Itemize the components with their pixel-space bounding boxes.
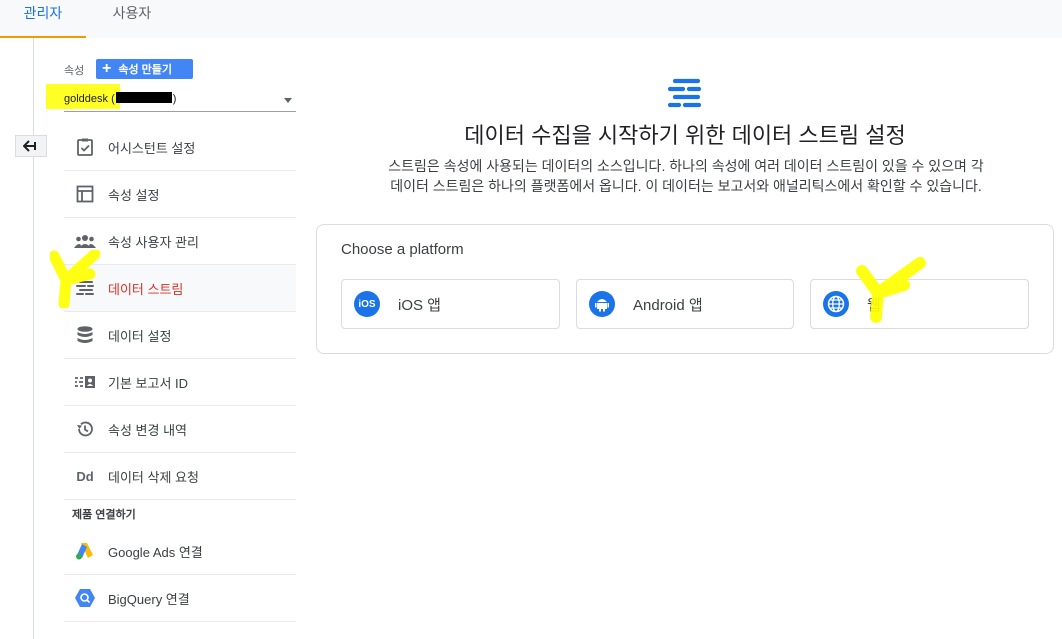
tab-user[interactable]: 사용자: [100, 0, 164, 38]
nav-item-label: Google Ads 연결: [108, 544, 203, 560]
nav-item-reporting-id[interactable]: 기본 보고서 ID: [64, 359, 296, 406]
history-icon: [74, 418, 96, 440]
clipboard-check-icon: [74, 136, 96, 158]
ios-icon: iOS: [354, 291, 380, 317]
nav-item-google-ads-link[interactable]: Google Ads 연결: [64, 528, 296, 575]
platform-card-title: Choose a platform: [341, 241, 464, 258]
chevron-down-icon: [284, 98, 292, 103]
nav-item-label: 속성 설정: [108, 187, 160, 203]
back-button[interactable]: [15, 135, 47, 157]
people-icon: [74, 230, 96, 252]
highlight-mark-data-streams: [50, 250, 101, 308]
create-property-label: 속성 만들기: [118, 64, 172, 76]
nav-item-assistant-settings[interactable]: 어시스턴트 설정: [64, 124, 296, 171]
dd-icon: Dd: [76, 468, 94, 484]
platform-ios-button[interactable]: iOS iOS 앱: [341, 279, 560, 329]
create-property-button[interactable]: + 속성 만들기: [96, 59, 193, 79]
page-description-line-1: 스트림은 속성에 사용되는 데이터의 소스입니다. 하나의 속성에 여러 데이터…: [388, 158, 984, 174]
nav-item-label: 데이터 설정: [108, 328, 172, 344]
platform-label: iOS 앱: [398, 296, 441, 314]
id-card-icon: [74, 371, 96, 393]
highlight-mark-web: [856, 257, 926, 323]
nav-item-label: 기본 보고서 ID: [108, 375, 189, 391]
globe-icon: [823, 291, 849, 317]
data-stream-hero-icon: [667, 78, 702, 108]
android-icon: [589, 291, 615, 317]
database-icon: [74, 324, 96, 346]
page-description-line-2: 데이터 스트림은 하나의 플랫폼에서 옵니다. 이 데이터는 보고서와 애널리틱…: [390, 178, 982, 194]
platform-card: Choose a platform iOS iOS 앱 Android 앱 웹: [316, 224, 1054, 354]
nav-item-data-deletion[interactable]: Dd 데이터 삭제 요청: [64, 453, 296, 500]
nav-item-label: 속성 변경 내역: [108, 422, 187, 438]
top-tab-bar: 관리자 사용자: [0, 0, 1062, 38]
arrow-back-icon: [23, 140, 36, 152]
nav-item-label: 데이터 스트림: [108, 281, 184, 297]
property-label: 속성: [64, 65, 85, 77]
nav-item-label: 데이터 삭제 요청: [108, 469, 199, 485]
bigquery-icon: [74, 587, 96, 609]
plus-icon: +: [102, 60, 112, 77]
nav-item-property-settings[interactable]: 속성 설정: [64, 171, 296, 218]
nav-item-data-settings[interactable]: 데이터 설정: [64, 312, 296, 359]
property-nav: 어시스턴트 설정 속성 설정 속성 사용자 관리 데이터 스트림 데이터 설정 …: [64, 124, 296, 622]
layout-icon: [74, 183, 96, 205]
left-rail-divider: [33, 38, 34, 639]
page-description: 스트림은 속성에 사용되는 데이터의 소스입니다. 하나의 속성에 여러 데이터…: [316, 156, 1056, 196]
nav-item-label: 어시스턴트 설정: [108, 140, 196, 156]
tab-admin[interactable]: 관리자: [0, 0, 86, 38]
google-ads-icon: [74, 540, 96, 562]
nav-item-change-history[interactable]: 속성 변경 내역: [64, 406, 296, 453]
redaction-bar: [116, 92, 172, 103]
page-title: 데이터 수집을 시작하기 위한 데이터 스트림 설정: [464, 123, 906, 148]
nav-item-label: BigQuery 연결: [108, 591, 190, 607]
platform-label: Android 앱: [633, 296, 703, 314]
nav-item-bigquery-link[interactable]: BigQuery 연결: [64, 575, 296, 622]
property-select[interactable]: golddesk (): [64, 86, 296, 112]
nav-item-label: 속성 사용자 관리: [108, 234, 199, 250]
section-title-product-links: 제품 연결하기: [72, 509, 136, 521]
platform-android-button[interactable]: Android 앱: [576, 279, 794, 329]
